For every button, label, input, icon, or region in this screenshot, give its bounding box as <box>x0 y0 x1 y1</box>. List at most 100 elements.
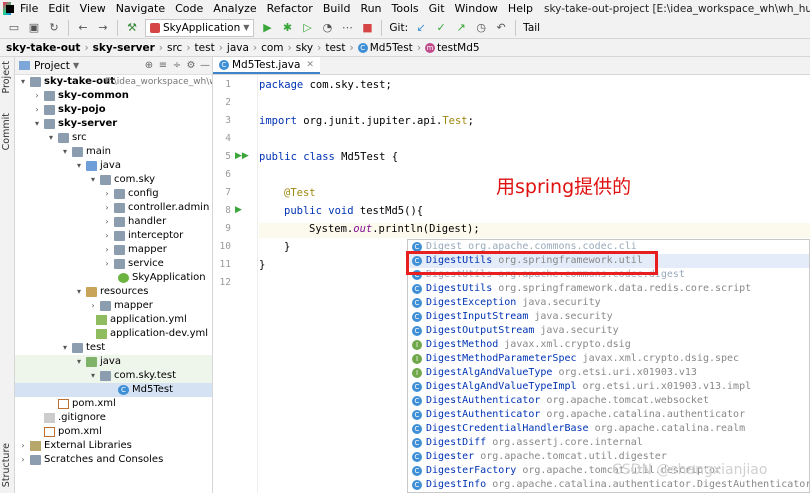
completion-item[interactable]: C Digest org.apache.commons.codec.cli <box>408 240 809 254</box>
menu-refactor[interactable]: Refactor <box>262 2 318 15</box>
git-push-icon[interactable]: ↗ <box>453 20 469 36</box>
completion-item[interactable]: C DigestException java.security <box>408 296 809 310</box>
tree-item[interactable]: › Scratches and Consoles <box>15 453 212 467</box>
breadcrumb-item[interactable]: Md5Test <box>370 42 413 54</box>
profile-icon[interactable]: ◔ <box>319 20 335 36</box>
menu-window[interactable]: Window <box>450 2 503 15</box>
tree-item-selected[interactable]: C Md5Test <box>15 383 212 397</box>
completion-item[interactable]: C DigestUtils org.springframework.data.re… <box>408 282 809 296</box>
menu-navigate[interactable]: Navigate <box>111 2 170 15</box>
git-rollback-icon[interactable]: ↶ <box>493 20 509 36</box>
completion-item-selected[interactable]: C DigestUtils org.springframework.util <box>408 254 809 268</box>
sync-icon[interactable]: ↻ <box>46 20 62 36</box>
tail-button[interactable]: Tail <box>523 22 540 34</box>
git-update-icon[interactable]: ↙ <box>413 20 429 36</box>
tree-item[interactable]: pom.xml <box>15 425 212 439</box>
menu-code[interactable]: Code <box>170 2 208 15</box>
save-icon[interactable]: ▣ <box>26 20 42 36</box>
breadcrumb-item[interactable]: java <box>227 42 249 54</box>
tree-item[interactable]: › service <box>15 257 212 271</box>
completion-item[interactable]: C DigestCredentialHandlerBase org.apache.… <box>408 422 809 436</box>
tree-item[interactable]: › config <box>15 187 212 201</box>
debug-icon[interactable]: ✱ <box>279 20 295 36</box>
completion-item[interactable]: C DigestOutputStream java.security <box>408 324 809 338</box>
breadcrumb-item[interactable]: sky <box>296 42 313 54</box>
more-run-icon[interactable]: ⋯ <box>339 20 355 36</box>
add-icon[interactable]: ⊕ <box>142 60 156 71</box>
structure-tool-tab[interactable]: Structure <box>1 443 12 487</box>
tree-item[interactable]: › sky-pojo <box>15 103 212 117</box>
git-history-icon[interactable]: ◷ <box>473 20 489 36</box>
breadcrumb-item[interactable]: sky-server <box>93 42 155 54</box>
tree-item[interactable]: › controller.admin <box>15 201 212 215</box>
completion-item[interactable]: C DigestUtils org.apache.commons.codec.di… <box>408 268 809 282</box>
tree-item[interactable]: ▾ com.sky <box>15 173 212 187</box>
tree-item[interactable]: pom.xml <box>15 397 212 411</box>
commit-tool-tab[interactable]: Commit <box>1 113 12 150</box>
completion-item[interactable]: C DigestInputStream java.security <box>408 310 809 324</box>
gear-icon[interactable]: ⚙ <box>184 60 198 71</box>
editor-tab-md5test[interactable]: C Md5Test.java ✕ <box>213 57 320 74</box>
run-icon[interactable]: ▶ <box>259 20 275 36</box>
run-gutter-icon[interactable]: ▶ <box>235 205 242 215</box>
forward-icon[interactable]: → <box>95 20 111 36</box>
hide-icon[interactable]: — <box>198 60 212 71</box>
tree-item[interactable]: ▾ main <box>15 145 212 159</box>
completion-item[interactable]: I DigestMethodParameterSpec javax.xml.cry… <box>408 352 809 366</box>
tree-item[interactable]: › mapper <box>15 299 212 313</box>
tree-item[interactable]: › sky-common <box>15 89 212 103</box>
tree-item[interactable]: SkyApplication <box>15 271 212 285</box>
menu-tools[interactable]: Tools <box>387 2 424 15</box>
tree-item[interactable]: application-dev.yml <box>15 327 212 341</box>
completion-item[interactable]: C DigestAuthenticator org.apache.tomcat.w… <box>408 394 809 408</box>
menu-run[interactable]: Run <box>355 2 386 15</box>
menu-view[interactable]: View <box>75 2 111 15</box>
build-hammer-icon[interactable]: ⚒ <box>124 20 140 36</box>
breadcrumb-item[interactable]: src <box>167 42 182 54</box>
collapse-all-icon[interactable]: ≡ <box>156 60 170 71</box>
tree-item[interactable]: › External Libraries <box>15 439 212 453</box>
close-icon[interactable]: ✕ <box>306 60 314 70</box>
tree-item[interactable]: › mapper <box>15 243 212 257</box>
breadcrumb-item[interactable]: sky-take-out <box>6 42 80 54</box>
tree-item[interactable]: .gitignore <box>15 411 212 425</box>
open-folder-icon[interactable]: ▭ <box>6 20 22 36</box>
project-panel-title[interactable]: Project <box>34 60 70 72</box>
completion-item[interactable]: C DigestAlgAndValueTypeImpl org.etsi.uri.… <box>408 380 809 394</box>
breadcrumb-item[interactable]: com <box>261 42 283 54</box>
tree-item[interactable]: › handler <box>15 215 212 229</box>
menu-edit[interactable]: Edit <box>43 2 74 15</box>
tree-item[interactable]: ▾ test <box>15 341 212 355</box>
completion-item[interactable]: I DigestMethod javax.xml.crypto.dsig <box>408 338 809 352</box>
completion-item[interactable]: C DigestInfo org.apache.catalina.authenti… <box>408 478 809 492</box>
completion-item[interactable]: C DigestAuthenticator org.apache.catalina… <box>408 408 809 422</box>
project-tool-tab[interactable]: Project <box>1 61 12 94</box>
menu-analyze[interactable]: Analyze <box>208 2 261 15</box>
menu-build[interactable]: Build <box>318 2 356 15</box>
breadcrumb-item[interactable]: test <box>195 42 215 54</box>
menu-help[interactable]: Help <box>503 2 538 15</box>
breadcrumb-item[interactable]: testMd5 <box>437 42 480 54</box>
tree-item[interactable]: ▾sky-take-outE:\idea_workspace_wh\wh_hu <box>15 75 212 89</box>
expand-all-icon[interactable]: ÷ <box>170 60 184 71</box>
tree-item[interactable]: ▾ resources <box>15 285 212 299</box>
tree-item[interactable]: ▾ src <box>15 131 212 145</box>
tree-item[interactable]: ▾ java <box>15 159 212 173</box>
menu-git[interactable]: Git <box>424 2 450 15</box>
git-commit-icon[interactable]: ✓ <box>433 20 449 36</box>
completion-item[interactable]: C DigestDiff org.assertj.core.internal <box>408 436 809 450</box>
stop-icon[interactable]: ■ <box>359 20 375 36</box>
back-icon[interactable]: ← <box>75 20 91 36</box>
run-gutter-icon[interactable]: ▶▶ <box>235 151 249 161</box>
tree-item[interactable]: ▾ java <box>15 355 212 369</box>
tree-item[interactable]: application.yml <box>15 313 212 327</box>
run-config-select[interactable]: SkyApplication ▼ <box>145 18 255 37</box>
tree-item[interactable]: ▾ com.sky.test <box>15 369 212 383</box>
tree-item[interactable]: ▾ sky-server <box>15 117 212 131</box>
menu-file[interactable]: File <box>15 2 43 15</box>
tree-item[interactable]: › interceptor <box>15 229 212 243</box>
completion-item[interactable]: I DigestAlgAndValueType org.etsi.uri.x019… <box>408 366 809 380</box>
coverage-icon[interactable]: ▷ <box>299 20 315 36</box>
chevron-down-icon[interactable]: ▼ <box>73 61 79 70</box>
breadcrumb-item[interactable]: test <box>325 42 345 54</box>
